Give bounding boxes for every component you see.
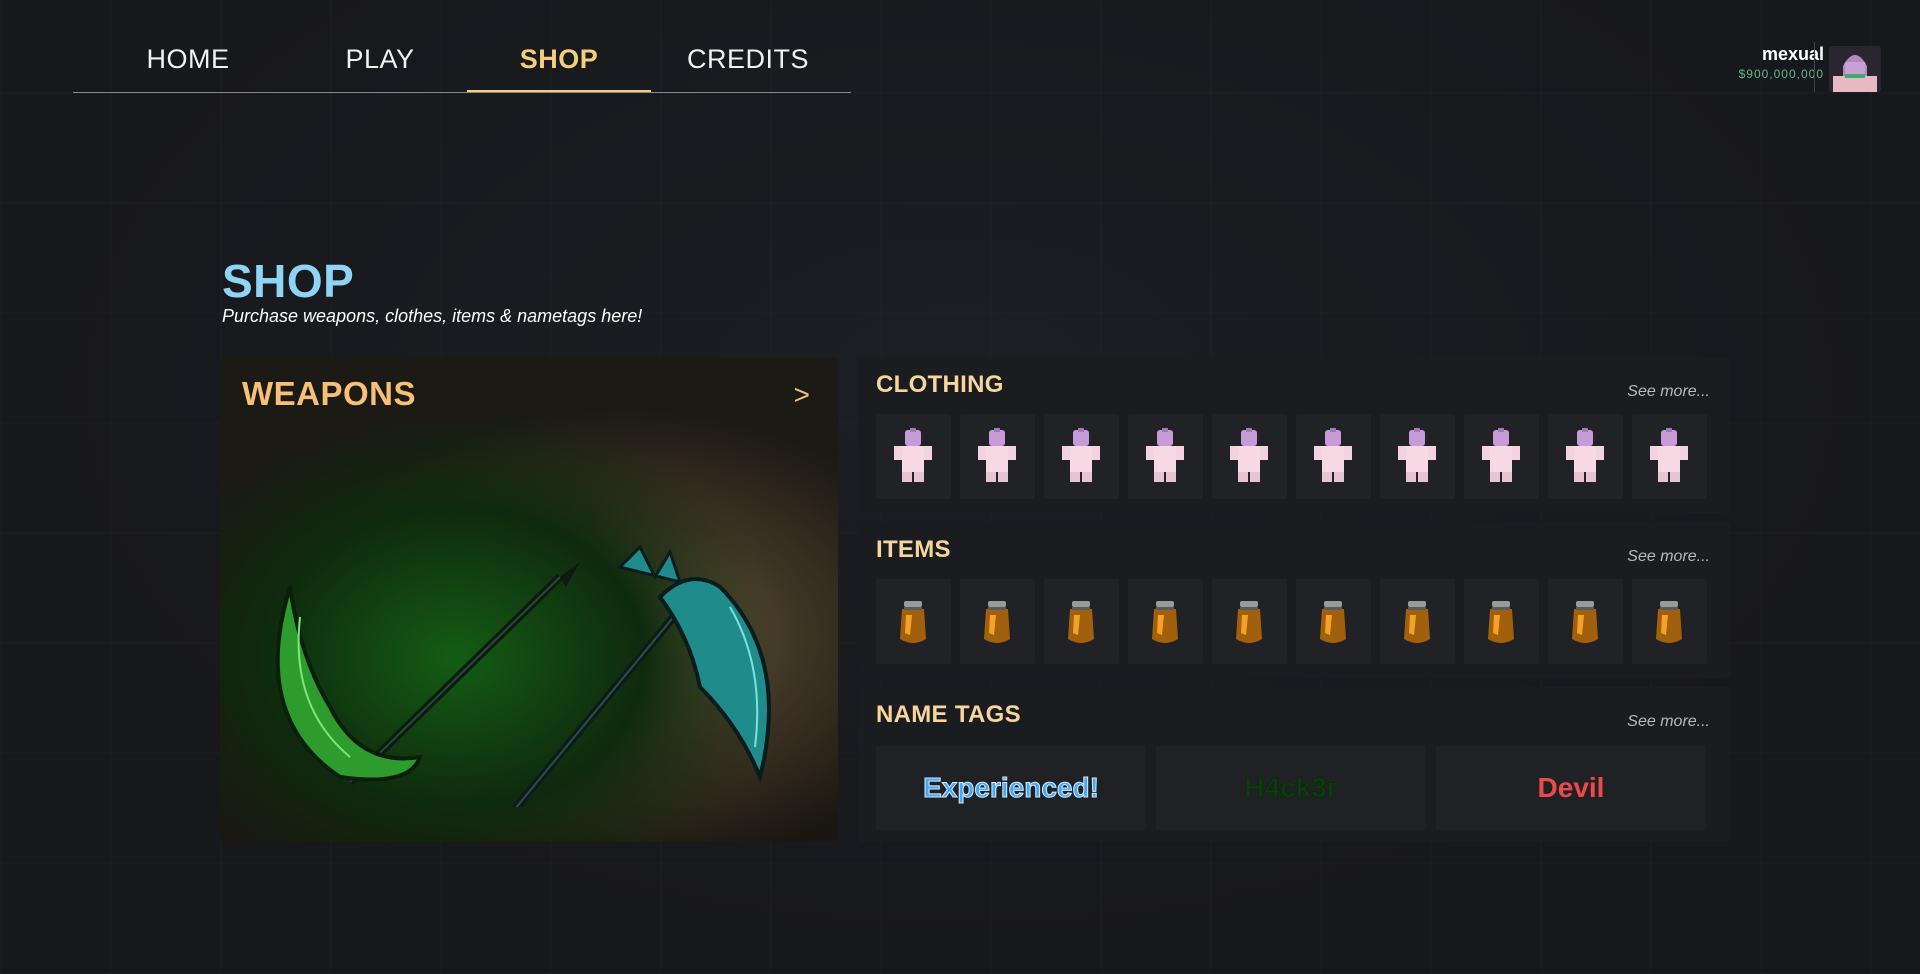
clothing-item[interactable]	[960, 414, 1035, 499]
items-panel: ITEMS See more...	[858, 522, 1730, 678]
nametag-item[interactable]: H4ck3r	[1156, 745, 1426, 830]
nametags-see-more[interactable]: See more...	[1627, 713, 1710, 731]
nav-credits[interactable]: CREDITS	[653, 44, 843, 92]
user-divider	[1814, 42, 1815, 92]
shop-item[interactable]	[1464, 579, 1539, 664]
shop-item[interactable]	[1296, 579, 1371, 664]
clothing-see-more[interactable]: See more...	[1627, 383, 1710, 401]
clothing-item[interactable]	[1380, 414, 1455, 499]
shop-item[interactable]	[1632, 579, 1707, 664]
scythes-image	[275, 544, 771, 807]
nametags-title: NAME TAGS	[876, 701, 1021, 728]
clothing-item[interactable]	[1548, 414, 1623, 499]
nav-play[interactable]: PLAY	[295, 44, 465, 92]
nav-home[interactable]: HOME	[103, 44, 273, 92]
shop-item[interactable]	[876, 579, 951, 664]
clothing-item[interactable]	[1464, 414, 1539, 499]
chevron-right-icon[interactable]: >	[794, 379, 810, 411]
page-subtitle: Purchase weapons, clothes, items & namet…	[222, 306, 643, 326]
shop-item[interactable]	[1212, 579, 1287, 664]
balance: $900,000,000	[1738, 67, 1824, 81]
clothing-item[interactable]	[1632, 414, 1707, 499]
shop-item[interactable]	[1044, 579, 1119, 664]
nav-shop[interactable]: SHOP	[467, 44, 651, 92]
user-info: mexual $900,000,000	[1739, 44, 1824, 81]
weapons-card[interactable]: WEAPONS >	[220, 357, 838, 842]
shop-item[interactable]	[1548, 579, 1623, 664]
shop-item[interactable]	[1128, 579, 1203, 664]
items-title: ITEMS	[876, 536, 951, 563]
clothing-panel: CLOTHING See more...	[858, 357, 1730, 513]
weapons-title: WEAPONS	[242, 375, 417, 412]
nametag-item[interactable]: Devil	[1436, 745, 1706, 830]
avatar[interactable]	[1829, 46, 1881, 92]
clothing-item[interactable]	[1128, 414, 1203, 499]
shop-item[interactable]	[1380, 579, 1455, 664]
nametags-panel: NAME TAGS See more... Experienced! H4ck3…	[858, 687, 1730, 842]
top-nav: HOME PLAY SHOP CREDITS	[73, 30, 851, 93]
clothing-item[interactable]	[1296, 414, 1371, 499]
clothing-item[interactable]	[1044, 414, 1119, 499]
clothing-item[interactable]	[1212, 414, 1287, 499]
clothing-item[interactable]	[876, 414, 951, 499]
items-see-more[interactable]: See more...	[1627, 548, 1710, 566]
page-title: SHOP	[222, 255, 355, 307]
clothing-title: CLOTHING	[876, 371, 1004, 398]
shop-item[interactable]	[960, 579, 1035, 664]
username: mexual	[1761, 44, 1824, 64]
nametag-item[interactable]: Experienced!	[876, 745, 1146, 830]
